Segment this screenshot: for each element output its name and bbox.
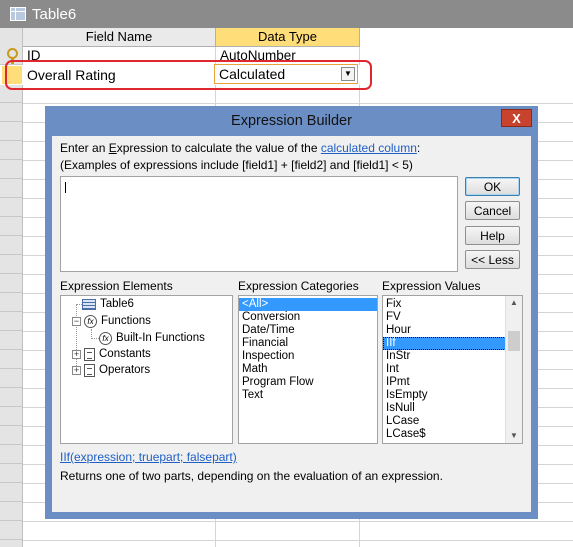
header-field-name[interactable]: Field Name	[23, 28, 216, 47]
table-icon	[10, 7, 26, 21]
list-item[interactable]: Text	[239, 389, 377, 402]
window-titlebar: Table6	[0, 0, 573, 28]
list-item[interactable]: IsNull	[383, 402, 506, 415]
list-item[interactable]: LCase	[383, 415, 506, 428]
less-button[interactable]: << Less	[465, 250, 520, 269]
list-item[interactable]: <All>	[239, 298, 377, 311]
list-item[interactable]: Math	[239, 363, 377, 376]
expression-builder-dialog: Expression Builder X Enter an Expression…	[45, 106, 538, 519]
list-item-selected[interactable]: IIf	[383, 337, 506, 350]
list-item[interactable]: IsEmpty	[383, 389, 506, 402]
list-item[interactable]: FV	[383, 311, 506, 324]
ok-button[interactable]: OK	[465, 177, 520, 196]
list-item[interactable]: Conversion	[239, 311, 377, 324]
values-label: Expression Values	[382, 279, 481, 293]
scroll-thumb[interactable]	[508, 331, 520, 351]
values-scrollbar[interactable]: ▲ ▼	[505, 296, 522, 443]
annotation-highlight	[5, 60, 372, 90]
list-item[interactable]: Hour	[383, 324, 506, 337]
header-data-type[interactable]: Data Type	[216, 28, 360, 47]
list-item[interactable]: Int	[383, 363, 506, 376]
dialog-body: Enter an Expression to calculate the val…	[52, 136, 531, 512]
categories-label: Expression Categories	[238, 279, 359, 293]
window-title: Table6	[32, 5, 77, 23]
scroll-down-icon[interactable]: ▼	[506, 429, 522, 443]
expression-input[interactable]	[60, 176, 458, 272]
folder-icon	[84, 348, 95, 361]
list-item[interactable]: Date/Time	[239, 324, 377, 337]
list-item[interactable]: Inspection	[239, 350, 377, 363]
calculated-column-link[interactable]: calculated column	[321, 141, 417, 155]
intro-text: Enter an Expression to calculate the val…	[60, 141, 421, 172]
tree-item-operators[interactable]: + Operators	[72, 363, 150, 378]
tree-item-table6[interactable]: Table6	[82, 297, 134, 312]
list-item[interactable]: Fix	[383, 298, 506, 311]
intro-examples: (Examples of expressions include [field1…	[60, 158, 413, 172]
expression-values-list[interactable]: Fix FV Hour IIf InStr Int IPmt IsEmpty I…	[382, 295, 523, 444]
primary-key-icon	[7, 48, 18, 64]
expand-icon[interactable]: +	[72, 366, 81, 375]
text-caret	[65, 182, 66, 193]
function-syntax-link[interactable]: IIf(expression; truepart; falsepart)	[60, 450, 237, 464]
function-icon: fx	[99, 332, 112, 345]
folder-icon	[84, 364, 95, 377]
row-selector-column[interactable]	[0, 28, 23, 547]
list-item[interactable]: Financial	[239, 337, 377, 350]
list-item[interactable]: Program Flow	[239, 376, 377, 389]
expression-categories-list[interactable]: <All> Conversion Date/Time Financial Ins…	[238, 295, 378, 444]
elements-label: Expression Elements	[60, 279, 173, 293]
function-icon: fx	[84, 315, 97, 328]
list-item[interactable]: LCase$	[383, 428, 506, 441]
close-icon: X	[512, 110, 521, 126]
function-description: Returns one of two parts, depending on t…	[60, 469, 443, 483]
list-item[interactable]: InStr	[383, 350, 506, 363]
tree-item-functions[interactable]: − fx Functions	[72, 314, 151, 329]
expression-elements-tree[interactable]: Table6 − fx Functions fx Built-In Functi…	[60, 295, 233, 444]
tree-item-constants[interactable]: + Constants	[72, 347, 151, 362]
scroll-up-icon[interactable]: ▲	[506, 296, 522, 310]
help-button[interactable]: Help	[465, 226, 520, 245]
list-item[interactable]: IPmt	[383, 376, 506, 389]
expand-icon[interactable]: +	[72, 350, 81, 359]
dialog-title: Expression Builder	[231, 113, 352, 129]
cancel-button[interactable]: Cancel	[465, 201, 520, 220]
table-icon	[82, 299, 96, 310]
close-button[interactable]: X	[501, 109, 532, 127]
collapse-icon[interactable]: −	[72, 317, 81, 326]
tree-item-builtin-functions[interactable]: fx Built-In Functions	[99, 331, 205, 346]
